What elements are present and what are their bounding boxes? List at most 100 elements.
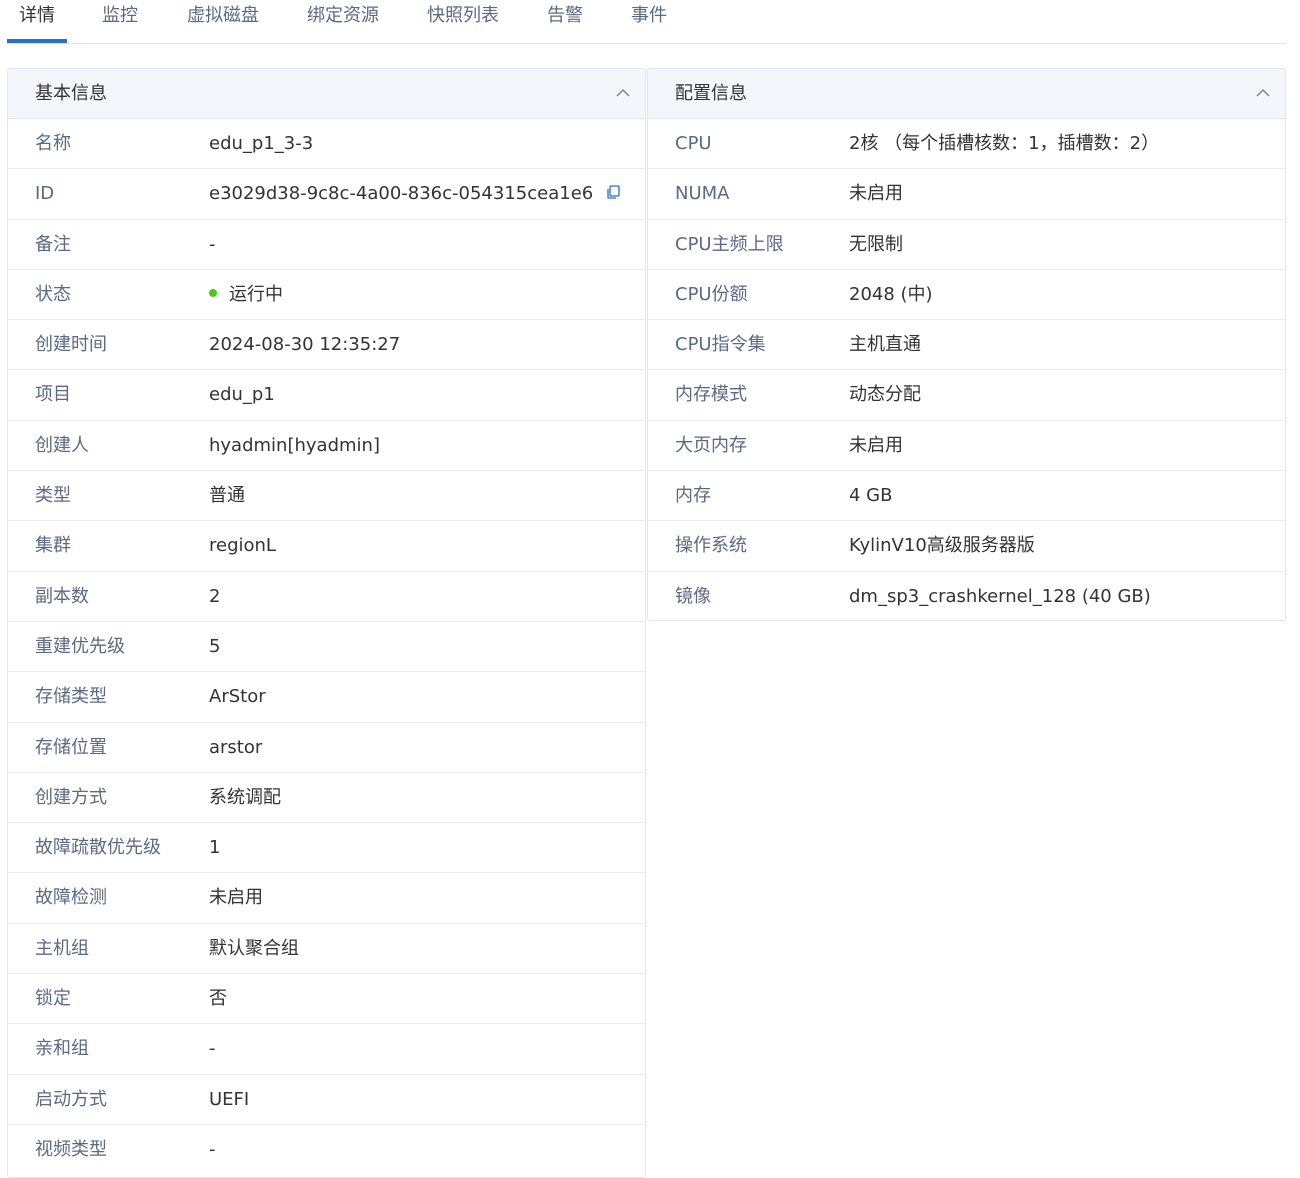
row-value: regionL	[209, 535, 276, 557]
row-label: 名称	[35, 133, 71, 154]
id-value: e3029d38-9c8c-4a00-836c-054315cea1e6	[209, 183, 594, 205]
row-label: 创建方式	[35, 786, 107, 808]
info-row-cluster: 集群 regionL	[8, 521, 645, 572]
tab-monitor-label: 监控	[102, 5, 138, 26]
info-row-video-type: 视频类型 -	[8, 1125, 645, 1175]
basic-info-title: 基本信息	[35, 83, 107, 104]
config-row-image: 镜像 dm_sp3_crashkernel_128 (40 GB)	[648, 572, 1285, 622]
row-value: 默认聚合组	[209, 937, 299, 959]
config-info-panel: 配置信息 CPU 2核 （每个插槽核数：1，插槽数：2） NUMA 未启用 CP…	[647, 68, 1286, 621]
info-row-evacuation-priority: 故障疏散优先级 1	[8, 823, 645, 874]
config-row-cpu-shares: CPU份额 2048 (中)	[648, 270, 1285, 321]
row-label: CPU主频上限	[675, 233, 784, 255]
info-row-affinity-group: 亲和组 -	[8, 1024, 645, 1075]
row-value: 5	[209, 635, 221, 657]
status-dot-icon	[209, 288, 217, 297]
row-value: KylinV10高级服务器版	[849, 535, 1035, 557]
copy-icon[interactable]	[605, 184, 621, 200]
row-value: UEFI	[209, 1088, 250, 1110]
row-label: 项目	[35, 384, 71, 406]
row-label: CPU指令集	[675, 334, 766, 356]
info-row-name: 名称 edu_p1_3-3	[8, 119, 645, 170]
info-row-remark: 备注 -	[8, 220, 645, 270]
config-row-memory-mode: 内存模式 动态分配	[648, 370, 1285, 421]
row-value: dm_sp3_crashkernel_128 (40 GB)	[849, 585, 1151, 607]
chevron-up-icon[interactable]	[1255, 86, 1271, 100]
tab-snapshots[interactable]: 快照列表	[423, 0, 503, 43]
row-value: edu_p1	[209, 384, 275, 406]
info-row-fault-detection: 故障检测 未启用	[8, 873, 645, 924]
basic-info-panel: 基本信息 名称 edu_p1_3-3 ID e3029d38-9c8c-4a00…	[7, 68, 646, 1178]
row-value: 4 GB	[849, 485, 893, 507]
info-row-id: ID e3029d38-9c8c-4a00-836c-054315cea1e6	[8, 169, 645, 220]
info-row-creation-method: 创建方式 系统调配	[8, 773, 645, 824]
row-label: 存储类型	[35, 686, 107, 708]
row-label: 重建优先级	[35, 635, 125, 657]
row-label: CPU份额	[675, 283, 748, 305]
config-row-cpu-instruction-set: CPU指令集 主机直通	[648, 320, 1285, 371]
row-label: 状态	[35, 283, 71, 305]
row-value: 2048 (中)	[849, 283, 933, 305]
info-row-status: 状态 运行中	[8, 270, 645, 321]
config-row-hugepages: 大页内存 未启用	[648, 421, 1285, 472]
row-label: 创建人	[35, 434, 89, 456]
row-value-container: 运行中	[209, 270, 283, 320]
active-tab-indicator	[7, 39, 67, 43]
row-label: 亲和组	[35, 1038, 89, 1060]
row-value: -	[209, 1138, 216, 1160]
config-row-cpu-freq-limit: CPU主频上限 无限制	[648, 220, 1285, 270]
info-row-storage-location: 存储位置 arstor	[8, 723, 645, 773]
row-label: ID	[35, 183, 55, 205]
tab-events[interactable]: 事件	[627, 0, 671, 43]
config-row-numa: NUMA 未启用	[648, 169, 1285, 220]
row-value: arstor	[209, 736, 263, 758]
row-label: 备注	[35, 233, 71, 255]
row-value: edu_p1_3-3	[209, 133, 314, 154]
tab-details-label: 详情	[19, 5, 55, 26]
row-label: 内存	[675, 485, 711, 507]
row-value: 2024-08-30 12:35:27	[209, 334, 401, 356]
row-label: 主机组	[35, 937, 89, 959]
config-info-title: 配置信息	[675, 83, 747, 104]
row-label: NUMA	[675, 183, 730, 205]
info-row-type: 类型 普通	[8, 471, 645, 522]
row-value: -	[209, 233, 216, 255]
tab-bound-resources[interactable]: 绑定资源	[303, 0, 383, 43]
row-label: 类型	[35, 485, 71, 507]
row-value: 未启用	[849, 183, 903, 205]
row-value: 2核 （每个插槽核数：1，插槽数：2）	[849, 133, 1160, 154]
row-label: 大页内存	[675, 434, 747, 456]
basic-info-header[interactable]: 基本信息	[8, 69, 645, 119]
config-row-cpu: CPU 2核 （每个插槽核数：1，插槽数：2）	[648, 119, 1285, 170]
tab-virtual-disks[interactable]: 虚拟磁盘	[183, 0, 263, 43]
config-info-header[interactable]: 配置信息	[648, 69, 1285, 119]
tab-details[interactable]: 详情	[7, 0, 67, 43]
row-value: 未启用	[209, 887, 263, 909]
row-label: 启动方式	[35, 1088, 107, 1110]
info-row-host-group: 主机组 默认聚合组	[8, 924, 645, 975]
tab-bound-resources-label: 绑定资源	[307, 5, 379, 26]
row-value: 主机直通	[849, 334, 921, 356]
row-value: 否	[209, 988, 227, 1010]
info-row-project: 项目 edu_p1	[8, 370, 645, 421]
row-label: 锁定	[35, 988, 71, 1010]
row-value: 系统调配	[209, 786, 281, 808]
tab-bar: 详情 监控 虚拟磁盘 绑定资源 快照列表 告警 事件	[7, 0, 1286, 44]
tab-monitor[interactable]: 监控	[95, 0, 145, 43]
row-value: 未启用	[849, 434, 903, 456]
status-value: 运行中	[229, 283, 283, 305]
row-value: -	[209, 1038, 216, 1060]
info-row-rebuild-priority: 重建优先级 5	[8, 622, 645, 673]
row-value: ArStor	[209, 686, 266, 708]
row-label: 集群	[35, 535, 71, 557]
tab-events-label: 事件	[631, 5, 667, 26]
row-value-container: e3029d38-9c8c-4a00-836c-054315cea1e6	[209, 169, 621, 219]
row-value: 动态分配	[849, 384, 921, 406]
tab-alerts[interactable]: 告警	[543, 0, 587, 43]
tab-virtual-disks-label: 虚拟磁盘	[187, 5, 259, 26]
info-row-creator: 创建人 hyadmin[hyadmin]	[8, 421, 645, 472]
row-value: hyadmin[hyadmin]	[209, 434, 380, 456]
row-value: 2	[209, 585, 221, 607]
row-label: 故障检测	[35, 887, 107, 909]
chevron-up-icon[interactable]	[615, 86, 631, 100]
